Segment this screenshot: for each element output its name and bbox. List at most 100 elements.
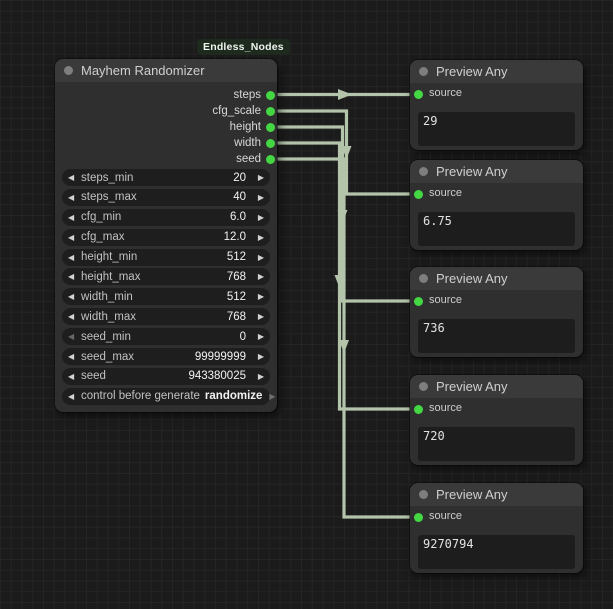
decrement-arrow-icon[interactable]: ◀ [68,209,81,226]
node-title: Preview Any [436,487,508,502]
widget-label: cfg_max [81,231,124,243]
widget-cfg-max[interactable]: ◀ cfg_max 12.0 ▶ [62,229,270,246]
node-mayhem-randomizer[interactable]: Mayhem Randomizer steps cfg_scale height… [55,59,277,412]
widgets-section: ◀ steps_min 20 ▶ ◀ steps_max 40 ▶ ◀ cfg_… [62,169,270,408]
output-slot-height[interactable] [266,123,275,132]
widget-control-before-generate[interactable]: ◀ control before generate randomize ▶ [62,388,270,405]
widget-width-min[interactable]: ◀ width_min 512 ▶ [62,288,270,305]
decrement-arrow-icon[interactable]: ◀ [68,268,81,285]
collapse-dot-icon[interactable] [419,490,428,499]
increment-arrow-icon[interactable]: ▶ [251,368,264,385]
output-seed: seed [55,151,277,167]
output-slot-seed[interactable] [266,155,275,164]
output-steps: steps [55,87,277,103]
increment-arrow-icon[interactable]: ▶ [251,348,264,365]
node-title-bar[interactable]: Mayhem Randomizer [55,59,277,82]
collapse-dot-icon[interactable] [419,167,428,176]
input-slot-source[interactable] [414,405,423,414]
decrement-arrow-icon[interactable]: ◀ [68,288,81,305]
increment-arrow-icon[interactable]: ▶ [251,288,264,305]
decrement-arrow-icon[interactable]: ◀ [68,229,81,246]
input-label: source [429,510,462,522]
widget-label: seed_max [81,351,134,363]
increment-arrow-icon[interactable]: ▶ [251,189,264,206]
node-title: Preview Any [436,64,508,79]
increment-arrow-icon[interactable]: ▶ [251,229,264,246]
widget-height-max[interactable]: ◀ height_max 768 ▶ [62,268,270,285]
decrement-arrow-icon[interactable]: ◀ [68,348,81,365]
node-source-badge: Endless_Nodes [197,39,290,55]
input-slot-source[interactable] [414,513,423,522]
widget-label: seed [81,370,106,382]
widget-label: height_min [81,251,137,263]
widget-steps-min[interactable]: ◀ steps_min 20 ▶ [62,169,270,186]
decrement-arrow-icon[interactable]: ◀ [68,189,81,206]
increment-arrow-icon[interactable]: ▶ [262,388,275,405]
widget-seed-max[interactable]: ◀ seed_max 99999999 ▶ [62,348,270,365]
decrement-arrow-icon[interactable]: ◀ [68,368,81,385]
widget-seed[interactable]: ◀ seed 943380025 ▶ [62,368,270,385]
collapse-dot-icon[interactable] [419,274,428,283]
input-slot-source[interactable] [414,190,423,199]
input-label: source [429,87,462,99]
node-title-bar[interactable]: Preview Any [410,160,583,183]
increment-arrow-icon[interactable]: ▶ [251,209,264,226]
widget-value: 943380025 [188,370,246,382]
widget-label: cfg_min [81,211,121,223]
output-slot-cfg-scale[interactable] [266,107,275,116]
node-preview-any-5[interactable]: Preview Any source 9270794 [410,483,583,573]
node-title-bar[interactable]: Preview Any [410,483,583,506]
widget-value: 20 [233,172,246,184]
decrement-arrow-icon[interactable]: ◀ [68,308,81,325]
node-graph-canvas[interactable]: Endless_Nodes Mayhem Randomizer steps cf… [0,0,613,609]
widget-value: 768 [227,311,246,323]
collapse-dot-icon[interactable] [419,382,428,391]
widget-steps-max[interactable]: ◀ steps_max 40 ▶ [62,189,270,206]
preview-text-area[interactable]: 720 [418,427,575,461]
preview-text-area[interactable]: 6.75 [418,212,575,246]
node-title-bar[interactable]: Preview Any [410,375,583,398]
widget-label: width_max [81,311,136,323]
collapse-dot-icon[interactable] [419,67,428,76]
node-preview-any-2[interactable]: Preview Any source 6.75 [410,160,583,250]
preview-text-area[interactable]: 29 [418,112,575,146]
node-preview-any-3[interactable]: Preview Any source 736 [410,267,583,357]
widget-width-max[interactable]: ◀ width_max 768 ▶ [62,308,270,325]
increment-arrow-icon[interactable]: ▶ [251,308,264,325]
collapse-dot-icon[interactable] [64,66,73,75]
widget-seed-min[interactable]: ◀ seed_min 0 ▶ [62,328,270,345]
widget-label: steps_max [81,191,137,203]
node-title-bar[interactable]: Preview Any [410,267,583,290]
input-slot-source[interactable] [414,297,423,306]
increment-arrow-icon[interactable]: ▶ [251,249,264,266]
widget-value: 99999999 [195,351,246,363]
increment-arrow-icon[interactable]: ▶ [251,328,264,345]
increment-arrow-icon[interactable]: ▶ [251,268,264,285]
node-title-bar[interactable]: Preview Any [410,60,583,83]
widget-label: height_max [81,271,140,283]
widget-cfg-min[interactable]: ◀ cfg_min 6.0 ▶ [62,209,270,226]
node-title: Preview Any [436,164,508,179]
input-slot-source[interactable] [414,90,423,99]
output-label: cfg_scale [212,105,261,117]
preview-text-area[interactable]: 736 [418,319,575,353]
output-label: steps [234,89,262,101]
output-slot-width[interactable] [266,139,275,148]
decrement-arrow-icon[interactable]: ◀ [68,249,81,266]
link-arrow-icon [338,89,352,100]
widget-value: 12.0 [224,231,246,243]
widget-height-min[interactable]: ◀ height_min 512 ▶ [62,249,270,266]
output-height: height [55,119,277,135]
widget-label: control before generate [81,390,200,402]
input-label: source [429,294,462,306]
decrement-arrow-icon[interactable]: ◀ [68,328,81,345]
increment-arrow-icon[interactable]: ▶ [251,169,264,186]
decrement-arrow-icon[interactable]: ◀ [68,388,81,405]
node-preview-any-4[interactable]: Preview Any source 720 [410,375,583,465]
widget-label: width_min [81,291,133,303]
decrement-arrow-icon[interactable]: ◀ [68,169,81,186]
node-preview-any-1[interactable]: Preview Any source 29 [410,60,583,150]
outputs-section: steps cfg_scale height width seed [55,87,277,167]
preview-text-area[interactable]: 9270794 [418,535,575,569]
output-slot-steps[interactable] [266,91,275,100]
